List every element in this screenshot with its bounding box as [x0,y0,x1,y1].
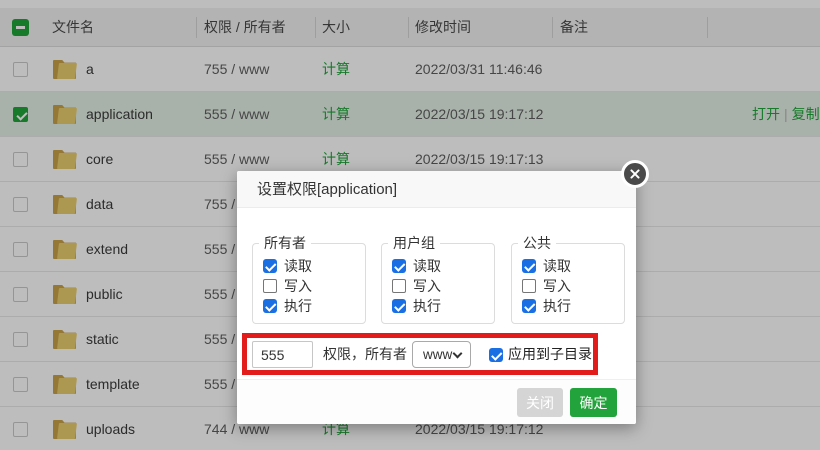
close-icon[interactable] [621,160,649,188]
owner-write-option[interactable]: 写入 [263,276,365,296]
owner-select-value: www [423,342,452,367]
perm-group-public: 公共 读取 写入 执行 [511,233,625,324]
perm-group-public-legend: 公共 [518,233,556,253]
checkbox-unchecked-icon[interactable] [392,279,406,293]
checkbox-checked-icon[interactable] [392,259,406,273]
dialog-body: 所有者 读取 写入 执行 用户组 [237,208,636,379]
chevron-down-icon [453,349,463,359]
checkbox-checked-icon[interactable] [522,259,536,273]
public-read-option[interactable]: 读取 [522,256,624,276]
perm-group-owner-legend: 所有者 [259,233,311,253]
perm-value-row: 权限， 所有者 www 应用到子目录 [237,341,636,368]
group-read-option[interactable]: 读取 [392,256,494,276]
close-button[interactable]: 关闭 [517,388,563,417]
checkbox-checked-icon[interactable] [263,299,277,313]
owner-select[interactable]: www [412,341,471,368]
perm-group-usergroup-legend: 用户组 [388,233,440,253]
perm-group-usergroup: 用户组 读取 写入 执行 [381,233,495,324]
owner-exec-option[interactable]: 执行 [263,296,365,316]
dialog-footer: 关闭 确定 [237,379,636,424]
checkbox-checked-icon[interactable] [263,259,277,273]
owner-label: 所有者 [365,341,407,368]
confirm-button[interactable]: 确定 [570,388,617,417]
group-write-option[interactable]: 写入 [392,276,494,296]
dialog-title: 设置权限[application] [257,181,397,198]
checkbox-unchecked-icon[interactable] [522,279,536,293]
perm-label: 权限， [323,341,365,368]
public-exec-option[interactable]: 执行 [522,296,624,316]
perm-value-input[interactable] [252,341,313,368]
checkbox-checked-icon[interactable] [522,299,536,313]
checkbox-unchecked-icon[interactable] [263,279,277,293]
owner-read-option[interactable]: 读取 [263,256,365,276]
perm-group-owner: 所有者 读取 写入 执行 [252,233,366,324]
dialog-header: 设置权限[application] [237,171,636,208]
apply-to-subdir-checkbox[interactable] [489,348,503,362]
group-exec-option[interactable]: 执行 [392,296,494,316]
apply-to-subdir-label[interactable]: 应用到子目录 [508,341,592,368]
set-permissions-dialog: 设置权限[application] 所有者 读取 写入 执行 用户 [237,171,636,424]
checkbox-checked-icon[interactable] [392,299,406,313]
public-write-option[interactable]: 写入 [522,276,624,296]
